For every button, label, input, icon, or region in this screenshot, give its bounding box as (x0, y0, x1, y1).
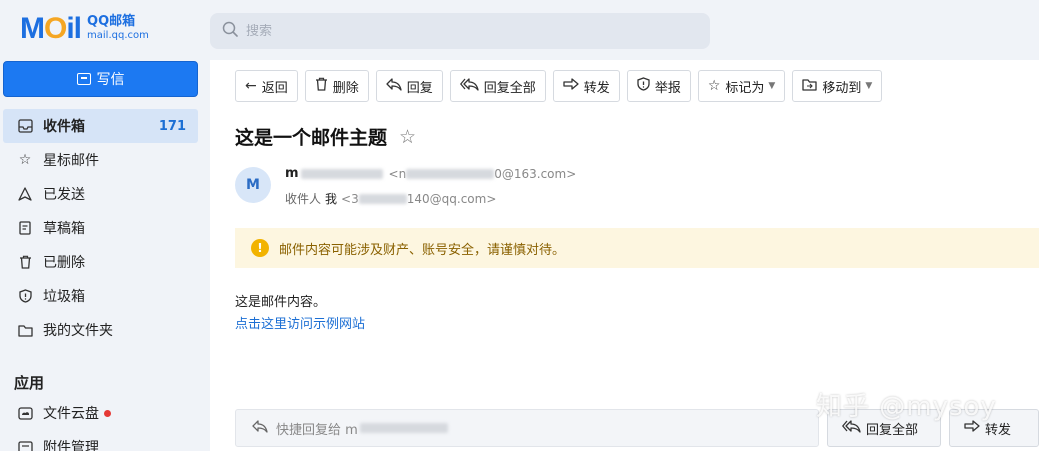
sent-icon (17, 186, 33, 202)
security-warning-banner: ! 邮件内容可能涉及财产、账号安全，请谨慎对待。 (235, 228, 1039, 268)
sidebar-item-my-folders[interactable]: 我的文件夹 (3, 313, 198, 347)
notification-dot (104, 409, 111, 417)
logo-domain: mail.qq.com (87, 30, 149, 41)
top-bar (210, 0, 1039, 60)
redacted-address (406, 169, 495, 179)
reply-icon (252, 419, 268, 437)
recipient-label: 收件人 (285, 192, 322, 206)
logo-mark: MOil (20, 12, 82, 45)
sidebar-item-label: 附件管理 (43, 440, 99, 451)
redacted-recipient (359, 423, 448, 433)
sidebar-item-sent[interactable]: 已发送 (3, 177, 198, 211)
mail-body-text: 这是邮件内容。 (235, 295, 327, 310)
reply-all-icon (459, 77, 479, 95)
recipient-line: 收件人 我 <3 140@qq.com> (285, 190, 496, 207)
sidebar: MOil QQ邮箱 mail.qq.com 写信 收件箱 171 ☆ 星标邮件 … (0, 0, 210, 451)
delete-button[interactable]: 删除 (304, 70, 369, 102)
draft-icon (17, 220, 33, 236)
sender-name[interactable]: m (285, 166, 299, 181)
trash-icon (17, 254, 33, 270)
warning-text: 邮件内容可能涉及财产、账号安全，请谨慎对待。 (279, 242, 566, 258)
sidebar-item-spam[interactable]: 垃圾箱 (3, 279, 198, 313)
mail-body-link[interactable]: 点击这里访问示例网站 (235, 313, 365, 332)
sidebar-item-label: 已删除 (43, 255, 85, 271)
report-button[interactable]: 举报 (626, 70, 691, 102)
delete-label: 删除 (332, 80, 359, 96)
move-to-label: 移动到 (822, 80, 862, 96)
compose-icon (76, 73, 91, 85)
move-folder-icon (802, 78, 817, 95)
sidebar-nav: 收件箱 171 ☆ 星标邮件 已发送 草稿箱 已删除 垃圾箱 我的文件夹 (3, 109, 198, 347)
trash-icon (315, 77, 328, 95)
forward-button[interactable]: 转发 (552, 70, 620, 102)
mark-as-label: 标记为 (725, 80, 765, 96)
back-button[interactable]: ← 返回 (235, 70, 298, 102)
unread-count: 171 (158, 118, 186, 134)
subject-text: 这是一个邮件主题 (235, 127, 388, 149)
compose-button[interactable]: 写信 (3, 61, 198, 97)
arrow-left-icon: ← (245, 78, 257, 94)
sidebar-item-cloud-drive[interactable]: 文件云盘 (3, 396, 198, 430)
attachment-icon (17, 439, 33, 451)
search-box[interactable] (210, 13, 710, 49)
sidebar-item-starred[interactable]: ☆ 星标邮件 (3, 143, 198, 177)
sidebar-item-label: 收件箱 (43, 119, 85, 135)
reply-button[interactable]: 回复 (375, 70, 443, 102)
cloud-drive-icon (17, 405, 33, 421)
mark-as-dropdown[interactable]: ☆ 标记为 ▼ (697, 70, 786, 102)
quick-reply-placeholder: 快捷回复给 m (276, 422, 358, 438)
report-label: 举报 (654, 80, 681, 96)
recipient-name[interactable]: 我 (325, 190, 337, 207)
redacted-sender-name (300, 168, 383, 179)
forward-label: 转发 (583, 80, 610, 96)
move-to-dropdown[interactable]: 移动到 ▼ (792, 70, 883, 102)
shield-alert-icon (637, 77, 650, 95)
warning-icon: ! (251, 239, 269, 257)
star-toggle-icon[interactable]: ☆ (399, 126, 416, 148)
reply-all-button[interactable]: 回复全部 (449, 70, 546, 102)
reply-label: 回复 (406, 80, 433, 96)
mail-subject: 这是一个邮件主题 ☆ (235, 123, 416, 150)
compose-label: 写信 (96, 72, 125, 88)
star-icon: ☆ (707, 78, 721, 94)
quick-reply-input[interactable]: 快捷回复给 m (235, 409, 819, 447)
back-label: 返回 (261, 80, 288, 96)
reply-all-label: 回复全部 (483, 80, 536, 96)
apps-section-title: 应用 (14, 374, 45, 392)
search-input[interactable] (246, 23, 646, 39)
chevron-down-icon: ▼ (865, 81, 873, 91)
shield-icon (17, 288, 33, 304)
sidebar-item-drafts[interactable]: 草稿箱 (3, 211, 198, 245)
redacted-address (358, 194, 407, 204)
sidebar-item-attachments[interactable]: 附件管理 (3, 430, 198, 451)
sidebar-item-label: 垃圾箱 (43, 289, 85, 305)
sender-line: m <n 0@163.com> (285, 166, 576, 181)
sender-avatar: M (235, 167, 271, 203)
sidebar-item-label: 已发送 (43, 187, 85, 203)
watermark: 知乎 @mysoy (816, 392, 997, 422)
sidebar-item-label: 草稿箱 (43, 221, 85, 237)
star-icon: ☆ (18, 152, 32, 168)
sidebar-item-deleted[interactable]: 已删除 (3, 245, 198, 279)
recipient-address: <3 140@qq.com> (341, 191, 497, 206)
sidebar-item-inbox[interactable]: 收件箱 171 (3, 109, 198, 143)
logo-brand: QQ邮箱 (87, 14, 136, 29)
inbox-icon (17, 118, 33, 134)
sidebar-item-label: 文件云盘 (43, 406, 99, 422)
sidebar-item-label: 我的文件夹 (43, 323, 113, 339)
mail-toolbar: ← 返回 删除 回复 回复全部 转发 举报 ☆ 标记为 ▼ 移动到 ▼ (235, 70, 883, 102)
logo[interactable]: MOil QQ邮箱 mail.qq.com (20, 12, 149, 46)
search-icon (222, 21, 238, 41)
forward-icon (563, 78, 579, 94)
chevron-down-icon: ▼ (768, 81, 776, 91)
sender-address: <n 0@163.com> (388, 166, 577, 181)
folder-icon (17, 322, 33, 338)
reply-icon (386, 77, 402, 95)
sidebar-item-label: 星标邮件 (43, 153, 99, 169)
apps-list: 文件云盘 附件管理 (3, 396, 198, 451)
